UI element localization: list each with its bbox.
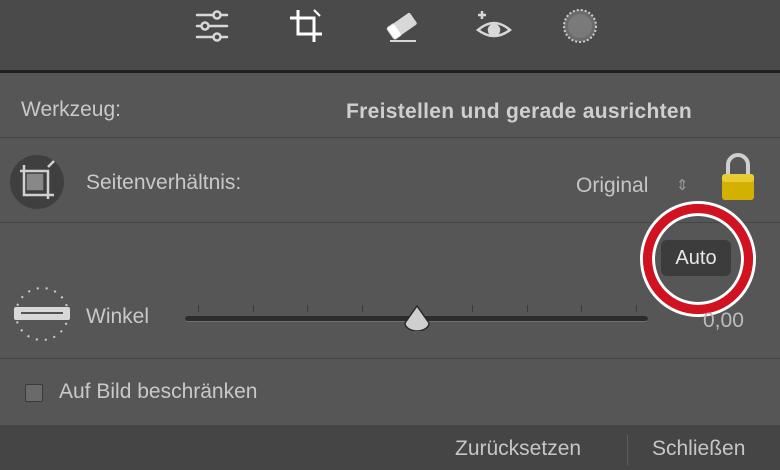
radial-mask-icon[interactable] bbox=[556, 4, 604, 48]
aspect-ratio-select[interactable]: Original bbox=[576, 174, 648, 198]
aspect-ratio-icon[interactable] bbox=[10, 155, 64, 209]
row-divider bbox=[0, 137, 780, 138]
panel-footer: Zurücksetzen Schließen bbox=[0, 425, 780, 470]
slider-tick bbox=[472, 305, 473, 312]
tool-label: Werkzeug: bbox=[21, 98, 121, 121]
tool-name: Freistellen und gerade ausrichten bbox=[346, 100, 692, 123]
slider-tick bbox=[253, 305, 254, 312]
aspect-ratio-label: Seitenverhältnis: bbox=[86, 171, 242, 194]
slider-tick bbox=[307, 305, 308, 312]
lock-icon[interactable] bbox=[720, 152, 756, 202]
reset-button[interactable]: Zurücksetzen bbox=[455, 437, 581, 461]
constrain-to-image-checkbox[interactable] bbox=[25, 384, 43, 402]
row-divider bbox=[0, 358, 780, 359]
eraser-icon[interactable] bbox=[378, 4, 426, 48]
straighten-level-icon[interactable] bbox=[11, 283, 73, 345]
slider-tick bbox=[636, 305, 637, 312]
slider-tick bbox=[362, 305, 363, 312]
footer-divider bbox=[627, 435, 628, 465]
aspect-ratio-stepper-icon[interactable]: ⇕ bbox=[676, 176, 689, 194]
angle-slider-thumb[interactable] bbox=[403, 304, 431, 332]
slider-tick bbox=[527, 305, 528, 312]
highlight-circle bbox=[643, 204, 753, 314]
angle-label: Winkel bbox=[86, 305, 150, 328]
close-button[interactable]: Schließen bbox=[652, 437, 745, 461]
tool-strip bbox=[0, 0, 780, 70]
slider-tick bbox=[581, 305, 582, 312]
red-eye-icon[interactable] bbox=[470, 4, 518, 48]
slider-tick bbox=[198, 305, 199, 312]
constrain-to-image-label: Auf Bild beschränken bbox=[59, 380, 258, 403]
angle-value[interactable]: 0,00 bbox=[703, 309, 744, 333]
crop-icon[interactable] bbox=[282, 4, 330, 48]
sliders-icon[interactable] bbox=[188, 4, 236, 48]
